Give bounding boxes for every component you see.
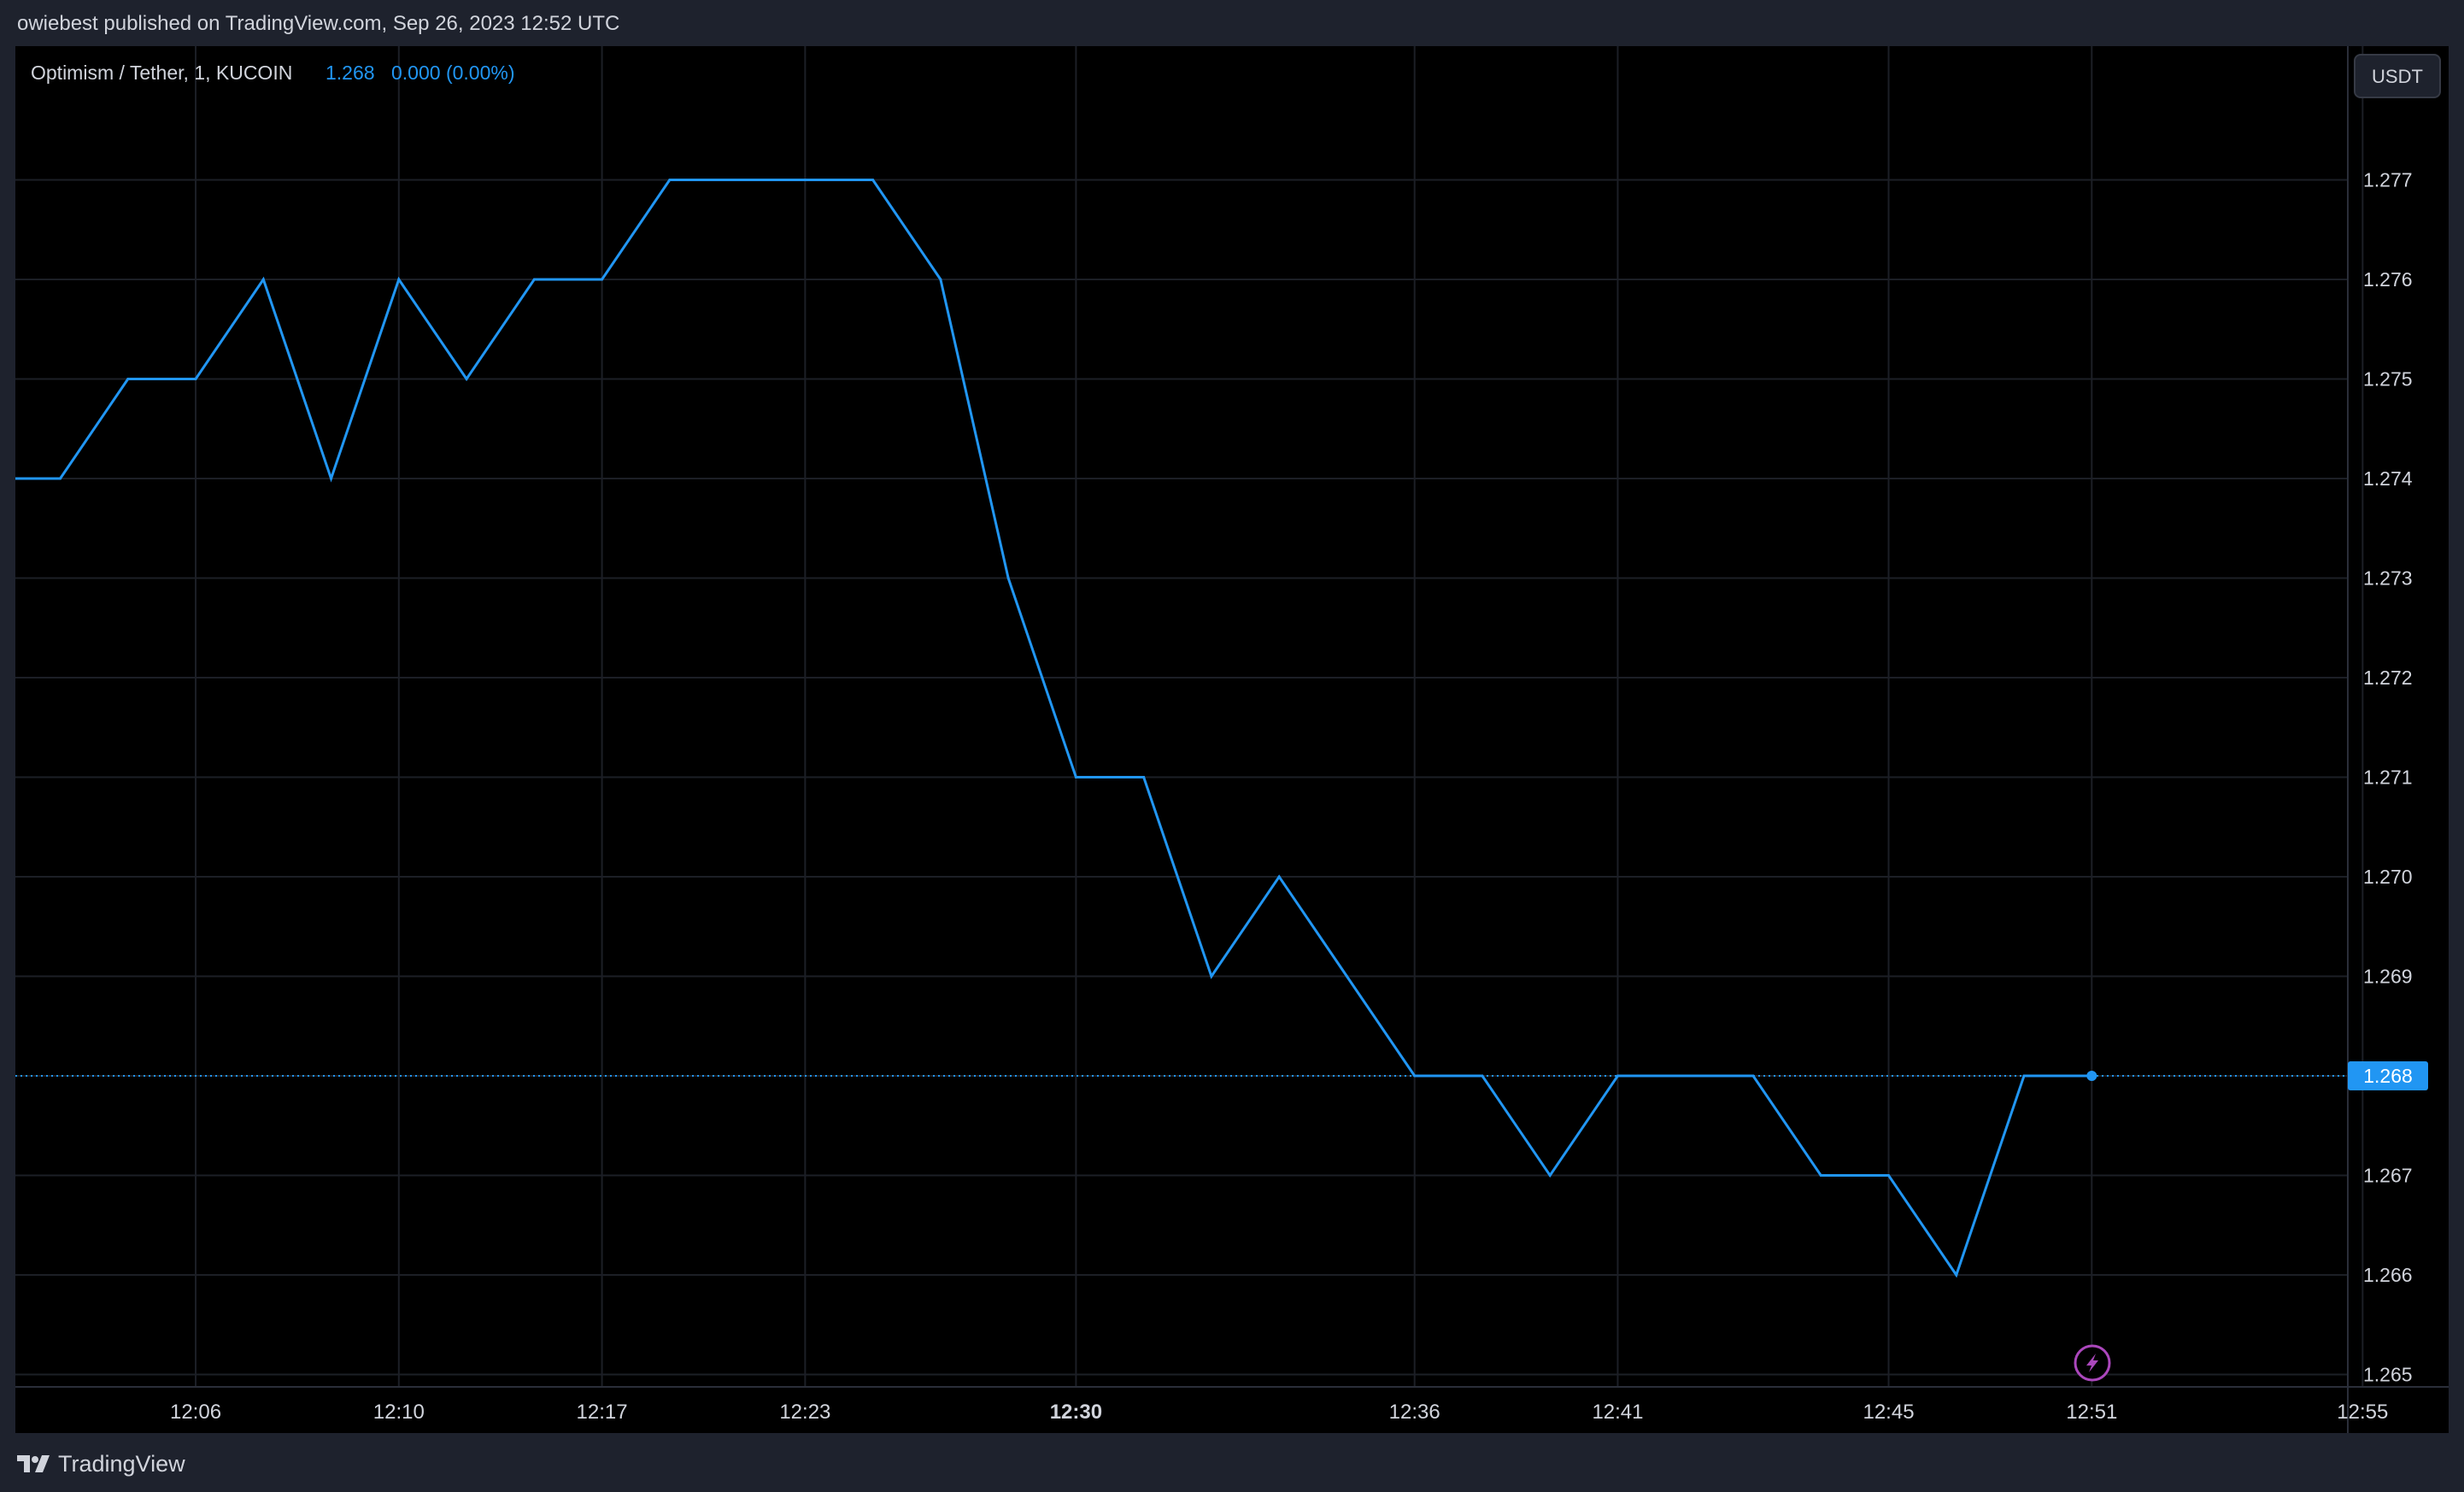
tradingview-logo-icon	[17, 1455, 50, 1472]
data-point	[1210, 975, 1213, 978]
data-point	[939, 278, 942, 281]
data-point	[803, 179, 807, 181]
price-axis[interactable]: 1.277 1.276 1.275 1.274 1.273 1.272 1.271 1.270…	[2363, 169, 2413, 1386]
y-tick-label: 1.265	[2363, 1364, 2413, 1386]
price-chart[interactable]: 1.277 1.276 1.275 1.274 1.273 1.272 1.271 1.270…	[15, 46, 2449, 1433]
data-point	[668, 179, 672, 181]
y-tick-label: 1.275	[2363, 368, 2413, 391]
data-point	[1751, 1074, 1755, 1078]
x-tick-label: 12:41	[1592, 1401, 1643, 1424]
legend-symbol[interactable]: Optimism / Tether, 1, KUCOIN	[31, 62, 292, 84]
chart-frame[interactable]: 1.277 1.276 1.275 1.274 1.273 1.272 1.271 1.270…	[15, 46, 2449, 1433]
y-tick-label: 1.269	[2363, 966, 2413, 988]
data-point	[601, 278, 604, 281]
data-point	[330, 477, 333, 480]
data-point	[1277, 875, 1281, 878]
x-tick-label: 12:17	[577, 1401, 628, 1424]
data-point	[736, 179, 739, 181]
data-point	[1413, 1074, 1417, 1078]
data-point	[1142, 776, 1146, 778]
x-tick-label: 12:30	[1050, 1401, 1102, 1424]
data-point	[465, 378, 468, 380]
data-point	[1887, 1174, 1891, 1177]
last-price-label: 1.268	[2348, 1061, 2428, 1090]
time-axis[interactable]: 12:06 12:10 12:17 12:23 12:30 12:36 12:41 12:45…	[170, 1401, 2388, 1424]
data-point	[1548, 1174, 1552, 1177]
x-tick-label: 12:06	[170, 1401, 221, 1424]
legend-change: 0.000 (0.00%)	[391, 62, 514, 84]
publish-header: owiebest published on TradingView.com, S…	[0, 0, 2464, 48]
series-line	[15, 179, 2348, 1278]
price-series-line[interactable]	[15, 179, 2092, 1278]
x-tick-label: 12:45	[1863, 1401, 1914, 1424]
y-tick-label: 1.273	[2363, 567, 2413, 590]
lightning-bolt-icon[interactable]	[2074, 1344, 2111, 1382]
data-point	[1819, 1174, 1822, 1177]
data-point	[261, 278, 265, 281]
y-tick-label: 1.272	[2363, 667, 2413, 689]
data-point	[1684, 1074, 1687, 1078]
data-point	[1481, 1074, 1484, 1078]
x-tick-label: 12:55	[2337, 1401, 2388, 1424]
tradingview-brand: TradingView	[58, 1450, 185, 1477]
svg-text:1.268: 1.268	[2363, 1065, 2413, 1087]
data-point	[1616, 1074, 1619, 1078]
y-tick-label: 1.274	[2363, 467, 2413, 490]
grid-lines	[15, 46, 2364, 1387]
x-tick-label: 12:10	[373, 1401, 425, 1424]
x-tick-label: 12:51	[2066, 1401, 2117, 1424]
data-point	[397, 278, 401, 281]
y-tick-label: 1.271	[2363, 767, 2413, 789]
y-tick-label: 1.276	[2363, 268, 2413, 291]
data-point	[1074, 776, 1077, 778]
currency-button-label: USDT	[2372, 66, 2423, 87]
footer: TradingView	[0, 1436, 2464, 1492]
data-point	[194, 378, 197, 380]
data-point	[126, 378, 130, 380]
tradingview-logo[interactable]: TradingView	[17, 1451, 185, 1477]
legend-last-price: 1.268	[326, 62, 375, 84]
currency-button[interactable]: USDT	[2354, 54, 2441, 98]
y-tick-label: 1.266	[2363, 1264, 2413, 1286]
data-point	[2022, 1074, 2026, 1078]
x-tick-label: 12:36	[1389, 1401, 1440, 1424]
data-point	[1955, 1273, 1958, 1277]
data-point	[1345, 975, 1348, 978]
data-point	[59, 477, 62, 480]
y-tick-label: 1.267	[2363, 1165, 2413, 1187]
data-point	[532, 278, 536, 281]
last-price-dot	[2086, 1071, 2097, 1081]
y-tick-label: 1.270	[2363, 866, 2413, 888]
data-point	[1006, 577, 1010, 579]
published-by-text: owiebest published on TradingView.com, S…	[17, 12, 620, 35]
y-tick-label: 1.277	[2363, 169, 2413, 191]
x-tick-label: 12:23	[779, 1401, 830, 1424]
data-point	[871, 179, 875, 181]
